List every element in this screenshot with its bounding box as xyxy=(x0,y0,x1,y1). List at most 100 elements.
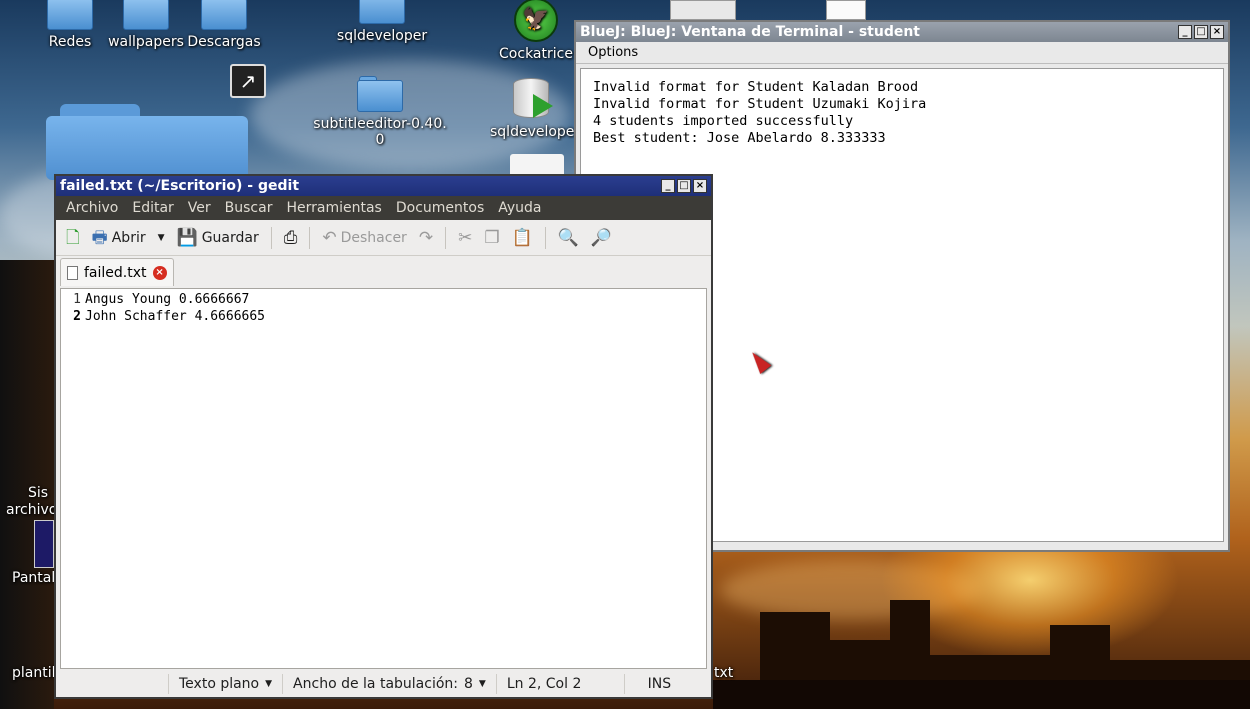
save-label: Guardar xyxy=(201,229,259,246)
redo-icon: ↷ xyxy=(418,227,434,248)
desktop-icon-pantallazo[interactable]: Pantal xyxy=(12,570,56,587)
chevron-down-icon: ▼ xyxy=(265,679,273,689)
editor-line: 1 Angus Young 0.6666667 xyxy=(61,291,706,308)
tab-label: failed.txt xyxy=(84,264,147,281)
cursor-position: Ln 2, Col 2 xyxy=(495,674,624,694)
toolbar-separator xyxy=(445,226,447,249)
find-button[interactable]: 🔍 xyxy=(554,227,583,249)
desktop-icon-sqldevelope[interactable]: sqldevelope xyxy=(490,76,574,141)
insert-mode: INS xyxy=(623,674,694,694)
undo-button[interactable]: ↶ Deshacer xyxy=(318,227,410,249)
copy-icon: ❐ xyxy=(484,227,500,248)
scissors-icon: ✂ xyxy=(458,227,473,248)
open-button[interactable]: 🖶 Abrir xyxy=(88,227,150,249)
desktop-icon-descargas[interactable]: Descargas xyxy=(186,0,262,51)
bluej-menubar: Options xyxy=(576,42,1228,64)
redo-button[interactable]: ↷ xyxy=(415,227,437,249)
gedit-toolbar: 🗋 🖶 Abrir ▼ 💾 Guardar ⎙ ↶ Deshacer ↷ ✂ ❐… xyxy=(56,220,711,256)
toolbar-separator xyxy=(544,226,546,249)
new-document-button[interactable]: 🗋 xyxy=(62,227,84,249)
open-label: Abrir xyxy=(111,229,146,246)
large-folder-icon[interactable] xyxy=(46,104,248,180)
menu-documentos[interactable]: Documentos xyxy=(389,200,491,216)
shortcut-arrow-icon: ↗ xyxy=(230,64,266,98)
gedit-titlebar[interactable]: failed.txt (~/Escritorio) - gedit _ □ × xyxy=(56,176,711,196)
chevron-down-icon: ▼ xyxy=(478,679,486,689)
text-document-icon xyxy=(67,265,78,280)
terminal-line: Invalid format for Student Kaladan Brood xyxy=(593,79,919,95)
cockatrice-icon: 🦅 xyxy=(514,0,558,42)
tab-width-label: Ancho de la tabulación: xyxy=(293,676,458,692)
menu-herramientas[interactable]: Herramientas xyxy=(279,200,388,216)
close-button[interactable]: × xyxy=(1210,25,1224,39)
print-button[interactable]: ⎙ xyxy=(280,227,302,249)
minimize-button[interactable]: _ xyxy=(1178,25,1192,39)
undo-label: Deshacer xyxy=(340,229,407,246)
tab-width-selector[interactable]: Ancho de la tabulación: 8 ▼ xyxy=(282,674,496,694)
window-title: BlueJ: BlueJ: Ventana de Terminal - stud… xyxy=(580,24,920,40)
terminal-line: Invalid format for Student Uzumaki Kojir… xyxy=(593,96,927,112)
gedit-menubar: Archivo Editar Ver Buscar Herramientas D… xyxy=(56,196,711,220)
menu-archivo[interactable]: Archivo xyxy=(56,200,125,216)
save-button[interactable]: 💾 Guardar xyxy=(173,227,263,249)
line-text: Angus Young 0.6666667 xyxy=(85,292,250,307)
desktop-icon-subtitleeditor[interactable]: subtitleeditor-0.40. 0 xyxy=(310,76,450,148)
desktop-thumbnail-icon xyxy=(670,0,736,20)
copy-button[interactable]: ❐ xyxy=(480,227,503,249)
desktop-icon-txt[interactable]: txt xyxy=(714,665,744,682)
bluej-titlebar[interactable]: BlueJ: BlueJ: Ventana de Terminal - stud… xyxy=(576,22,1228,42)
terminal-line: 4 students imported successfully xyxy=(593,113,854,129)
line-text: John Schaffer 4.6666665 xyxy=(85,309,266,324)
menu-options[interactable]: Options xyxy=(588,45,638,60)
desktop-icon-cockatrice[interactable]: 🦅 Cockatrice xyxy=(496,0,576,63)
close-tab-icon[interactable]: × xyxy=(152,265,167,280)
folder-icon xyxy=(357,76,403,112)
menu-buscar[interactable]: Buscar xyxy=(218,200,280,216)
desktop-icon-sqldeveloper[interactable]: sqldeveloper xyxy=(336,0,428,45)
database-play-icon xyxy=(509,76,555,122)
menu-ver[interactable]: Ver xyxy=(181,200,218,216)
desktop-icon-plantilla[interactable]: plantil xyxy=(12,665,56,682)
language-selector[interactable]: Texto plano ▼ xyxy=(168,674,282,694)
folder-icon xyxy=(47,0,93,30)
minimize-button[interactable]: _ xyxy=(661,179,675,193)
menu-editar[interactable]: Editar xyxy=(125,200,180,216)
maximize-button[interactable]: □ xyxy=(677,179,691,193)
gedit-window[interactable]: failed.txt (~/Escritorio) - gedit _ □ × … xyxy=(54,174,713,699)
floppy-disk-icon: 💾 xyxy=(176,227,198,248)
insert-mode-label: INS xyxy=(647,676,672,692)
binoculars-icon: 🔍 xyxy=(557,227,579,248)
window-title: failed.txt (~/Escritorio) - gedit xyxy=(60,178,300,194)
document-tab[interactable]: failed.txt × xyxy=(60,258,174,286)
language-label: Texto plano xyxy=(179,676,260,692)
close-button[interactable]: × xyxy=(693,179,707,193)
new-document-icon: 🗋 xyxy=(66,227,80,248)
undo-icon: ↶ xyxy=(322,227,337,248)
line-number: 2 xyxy=(73,309,81,324)
maximize-button[interactable]: □ xyxy=(1194,25,1208,39)
folder-icon xyxy=(201,0,247,30)
terminal-line: Best student: Jose Abelardo 8.333333 xyxy=(593,130,886,146)
desktop-icon-wallpapers[interactable]: wallpapers xyxy=(108,0,184,51)
menu-ayuda[interactable]: Ayuda xyxy=(491,200,548,216)
cut-button[interactable]: ✂ xyxy=(454,227,476,249)
document-tabbar: failed.txt × xyxy=(56,256,711,286)
toolbar-separator xyxy=(309,226,311,249)
tab-width-value: 8 xyxy=(464,676,473,692)
desktop-icon-archivo[interactable]: archivo xyxy=(6,502,57,519)
screenshot-thumbnail-icon xyxy=(34,520,54,568)
desktop-icon-redes[interactable]: Redes xyxy=(40,0,100,51)
text-editor[interactable]: 1 Angus Young 0.6666667 2 John Schaffer … xyxy=(60,288,707,669)
paste-button[interactable]: 📋 xyxy=(508,227,537,249)
editor-line: 2 John Schaffer 4.6666665 xyxy=(61,308,706,325)
desktop-partial-icon xyxy=(510,154,564,174)
find-replace-icon: 🔎 xyxy=(590,227,613,248)
open-folder-icon: 🖶 xyxy=(91,227,108,248)
open-recent-dropdown[interactable]: ▼ xyxy=(154,231,169,245)
folder-icon xyxy=(359,0,405,24)
cursor-position-label: Ln 2, Col 2 xyxy=(506,676,582,692)
find-replace-button[interactable]: 🔎 xyxy=(587,227,616,249)
line-number: 1 xyxy=(73,292,81,307)
folder-icon xyxy=(123,0,169,30)
printer-icon: ⎙ xyxy=(283,227,298,248)
